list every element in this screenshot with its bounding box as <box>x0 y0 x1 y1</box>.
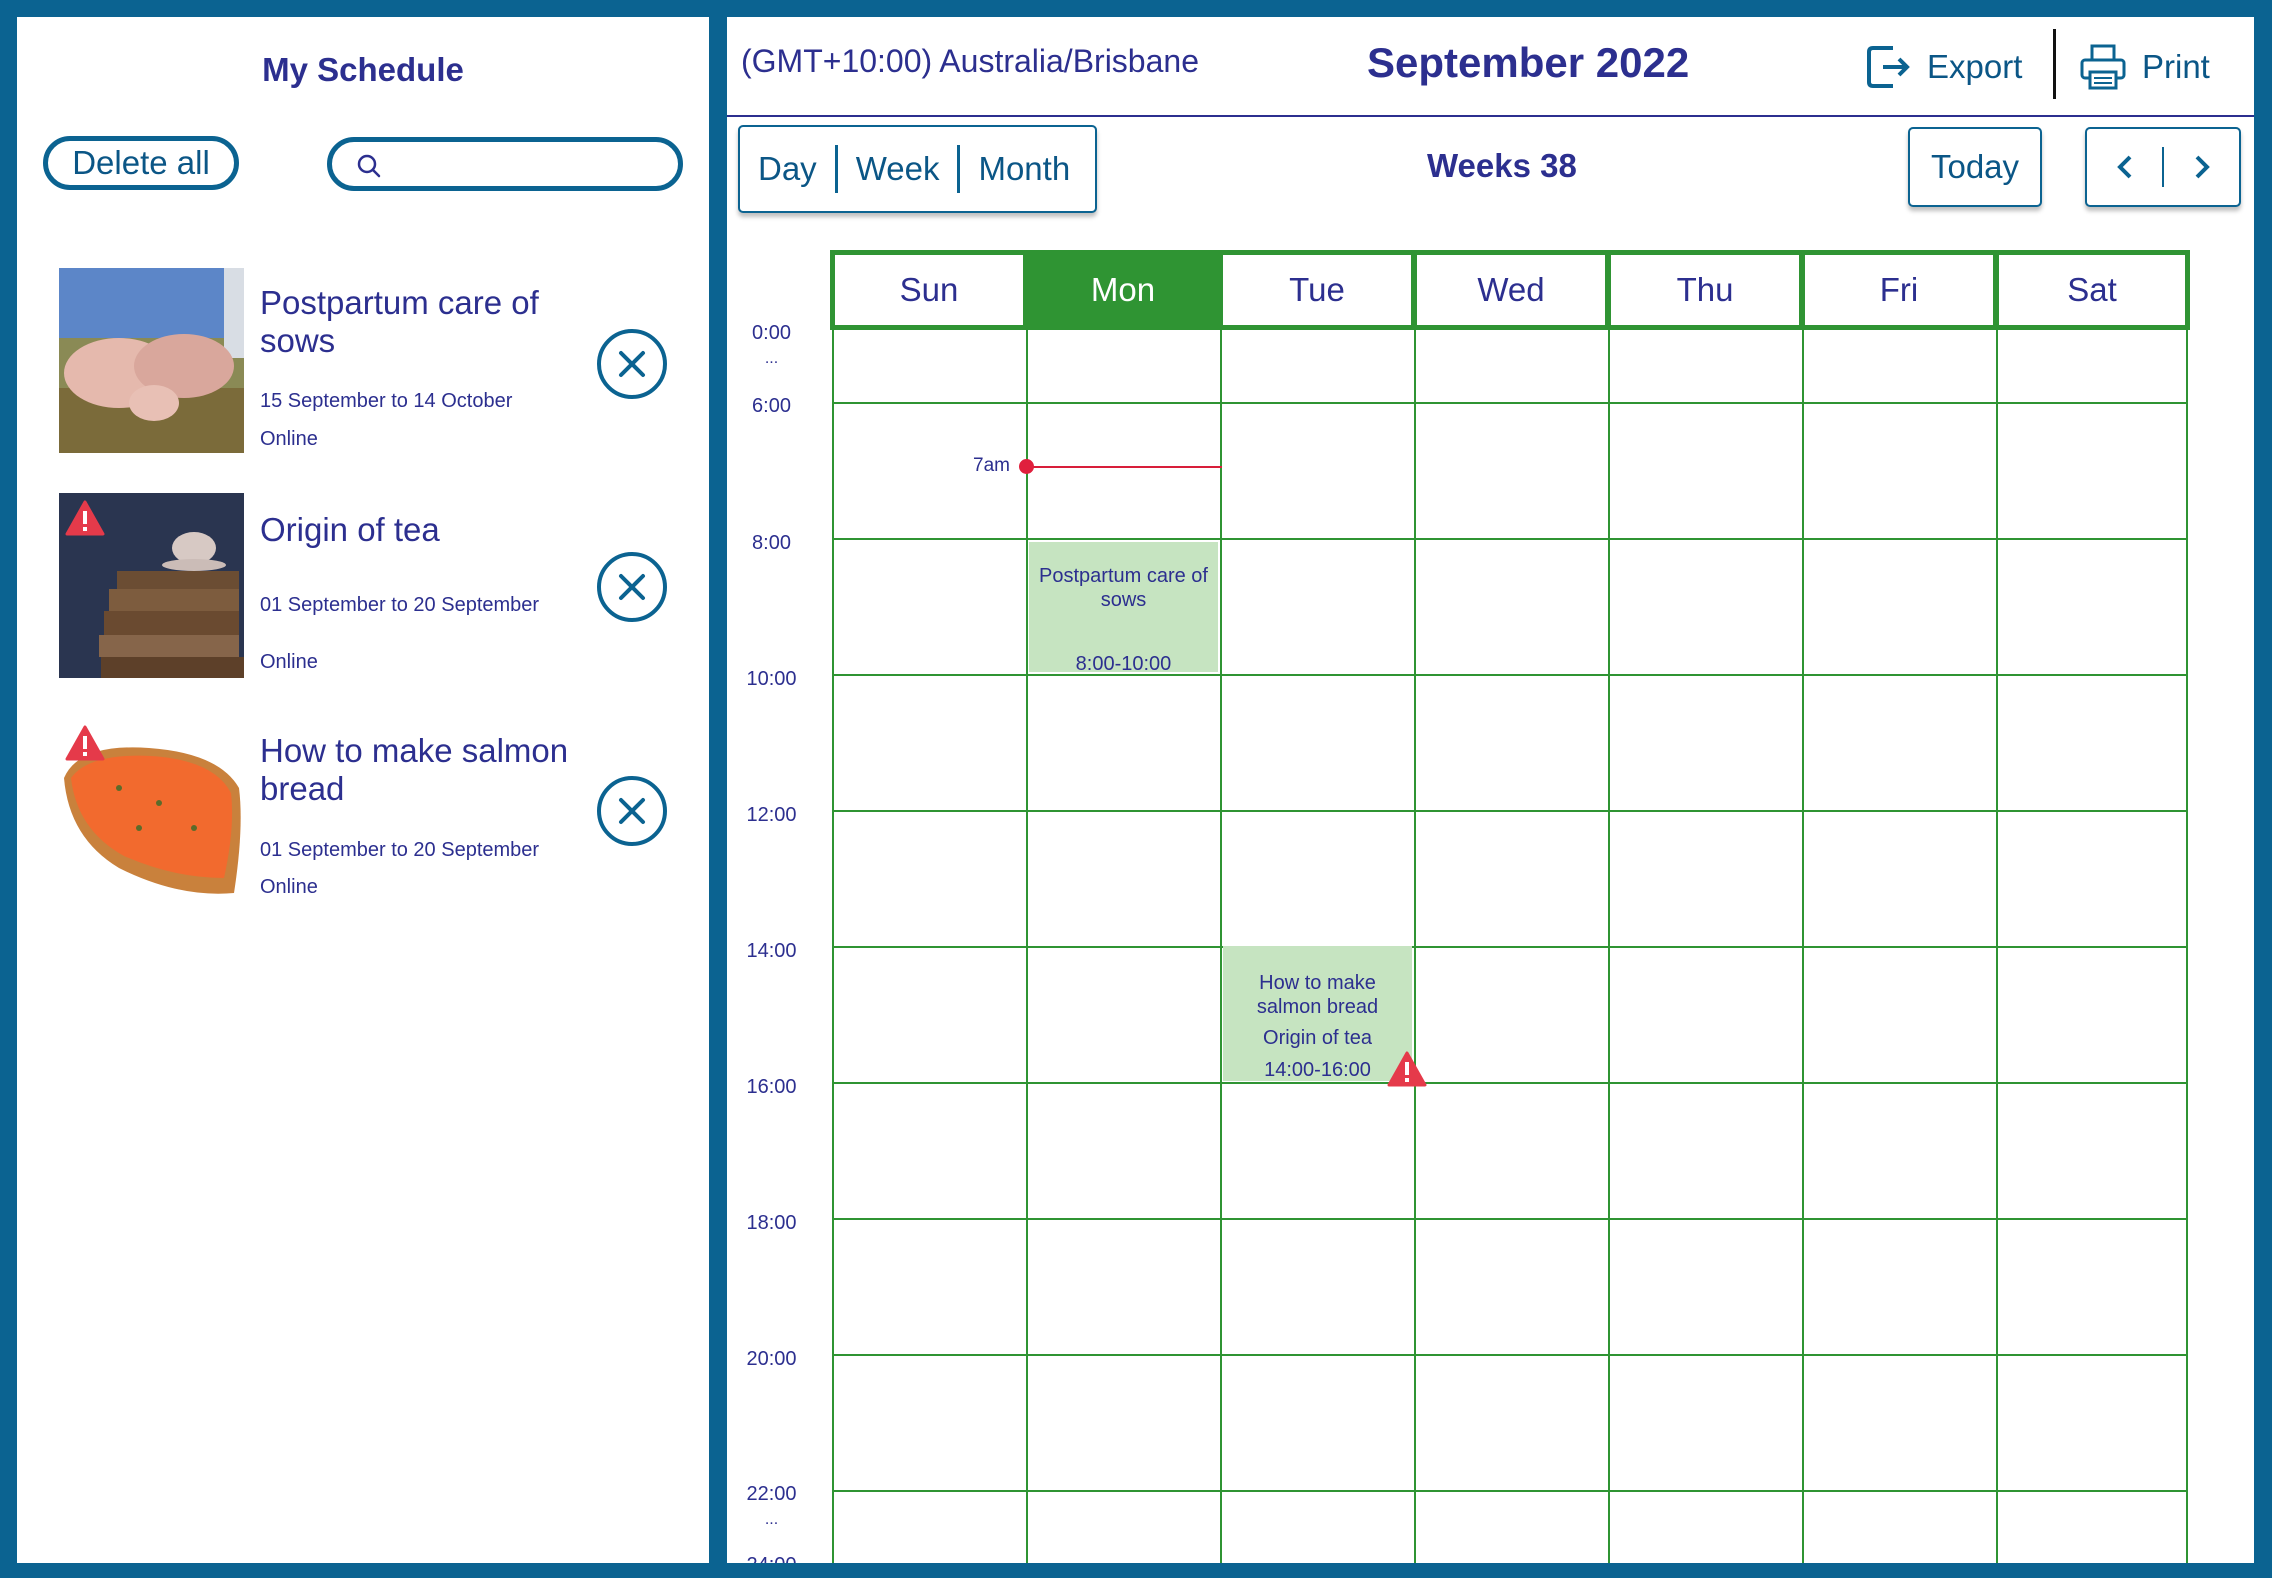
printer-icon <box>2080 44 2126 90</box>
item-mode: Online <box>260 428 318 450</box>
export-label: Export <box>1927 48 2023 85</box>
time-label: 12:00 <box>746 804 797 826</box>
time-label: 18:00 <box>746 1212 797 1234</box>
delete-all-button[interactable]: Delete all <box>43 136 239 190</box>
time-label: 16:00 <box>746 1076 797 1098</box>
print-button[interactable]: Print <box>2078 35 2210 99</box>
event-title: How to make salmon bread <box>1256 972 1379 1018</box>
books-teacup-photo <box>59 493 244 678</box>
remove-item-button[interactable] <box>597 776 667 846</box>
item-title[interactable]: Postpartum care of sows <box>260 284 600 360</box>
print-label: Print <box>2142 48 2210 85</box>
remove-item-button[interactable] <box>597 329 667 399</box>
day-header-fri[interactable]: Fri <box>1800 250 1998 330</box>
time-label: 6:00 <box>752 395 791 417</box>
grid-line <box>832 1490 2188 1492</box>
day-header-mon[interactable]: Mon <box>1024 250 1222 330</box>
grid-line <box>832 1354 2188 1356</box>
calendar-panel: (GMT+10:00) Australia/Brisbane September… <box>727 17 2254 1563</box>
close-icon <box>619 574 645 600</box>
view-switcher: Day Week Month <box>738 125 1097 213</box>
chevron-left-icon <box>2116 155 2131 179</box>
time-label: 14:00 <box>746 940 797 962</box>
item-dates: 01 September to 20 September <box>260 594 540 616</box>
schedule-item: How to make salmon bread 01 September to… <box>59 718 699 904</box>
grid-line <box>832 1218 2188 1220</box>
search-input[interactable] <box>327 137 683 191</box>
current-time-label: 7am <box>973 455 1010 476</box>
next-week-button[interactable] <box>2164 152 2239 182</box>
day-header-sat[interactable]: Sat <box>1994 250 2190 330</box>
time-label: 10:00 <box>746 668 797 690</box>
today-button[interactable]: Today <box>1908 127 2042 207</box>
time-label: 0:00 <box>752 322 791 344</box>
time-ellipsis: ... <box>764 350 779 367</box>
chevron-right-icon <box>2195 155 2210 179</box>
month-title: September 2022 <box>1367 39 1690 86</box>
remove-item-button[interactable] <box>597 552 667 622</box>
search-icon <box>357 154 381 178</box>
warning-icon <box>1387 1051 1427 1087</box>
event-time: 14:00-16:00 <box>1264 1059 1371 1081</box>
item-dates: 15 September to 14 October <box>260 390 513 412</box>
item-mode: Online <box>260 876 318 898</box>
week-pager <box>2085 127 2241 207</box>
calendar-event[interactable]: Postpartum care of sows 8:00-10:00 <box>1029 542 1218 675</box>
view-week-button[interactable]: Week <box>834 145 958 193</box>
event-subtitle: Origin of tea <box>1263 1027 1372 1049</box>
warning-icon <box>65 725 105 761</box>
time-label: 24:00 <box>727 1554 816 1563</box>
item-mode: Online <box>260 651 318 673</box>
export-icon <box>1867 46 1910 88</box>
sidebar-title: My Schedule <box>262 51 464 88</box>
day-header-wed[interactable]: Wed <box>1412 250 1610 330</box>
day-header-tue[interactable]: Tue <box>1218 250 1416 330</box>
header-divider-line <box>727 115 2254 117</box>
pigs-photo <box>59 268 244 453</box>
day-header-thu[interactable]: Thu <box>1606 250 1804 330</box>
timezone-label[interactable]: (GMT+10:00) Australia/Brisbane <box>741 43 1199 80</box>
grid-line <box>832 946 2188 948</box>
prev-week-button[interactable] <box>2087 152 2162 182</box>
item-title[interactable]: How to make salmon bread <box>260 732 600 808</box>
time-ellipsis: ... <box>764 1511 779 1528</box>
close-icon <box>619 798 645 824</box>
salmon-bread-photo <box>59 718 244 903</box>
weeks-label: Weeks 38 <box>1427 147 1577 184</box>
grid-line <box>832 402 2188 404</box>
schedule-sidebar: My Schedule Delete all Postpartum care o… <box>17 17 709 1563</box>
time-label: 20:00 <box>746 1348 797 1370</box>
close-icon <box>619 351 645 377</box>
view-day-button[interactable]: Day <box>740 145 835 193</box>
current-time-line <box>1027 466 1222 468</box>
day-header-sun[interactable]: Sun <box>830 250 1028 330</box>
current-time-dot <box>1019 459 1034 474</box>
event-time: 8:00-10:00 <box>1075 653 1172 675</box>
time-label: 8:00 <box>752 532 791 554</box>
time-label: 22:00 <box>746 1483 797 1505</box>
warning-icon <box>65 500 105 536</box>
grid-line <box>832 538 2188 540</box>
event-title: Postpartum care of sows <box>1039 565 1208 611</box>
export-button[interactable]: Export <box>1863 35 2022 99</box>
item-dates: 01 September to 20 September <box>260 839 540 861</box>
schedule-item: Postpartum care of sows 15 September to … <box>59 268 699 454</box>
header-divider <box>2053 29 2056 99</box>
schedule-item: Origin of tea 01 September to 20 Septemb… <box>59 493 699 679</box>
item-title[interactable]: Origin of tea <box>260 511 600 549</box>
grid-line <box>832 810 2188 812</box>
calendar-event[interactable]: How to make salmon bread Origin of tea 1… <box>1223 946 1427 1087</box>
view-month-button[interactable]: Month <box>957 145 1088 193</box>
grid-line <box>832 1082 2188 1084</box>
